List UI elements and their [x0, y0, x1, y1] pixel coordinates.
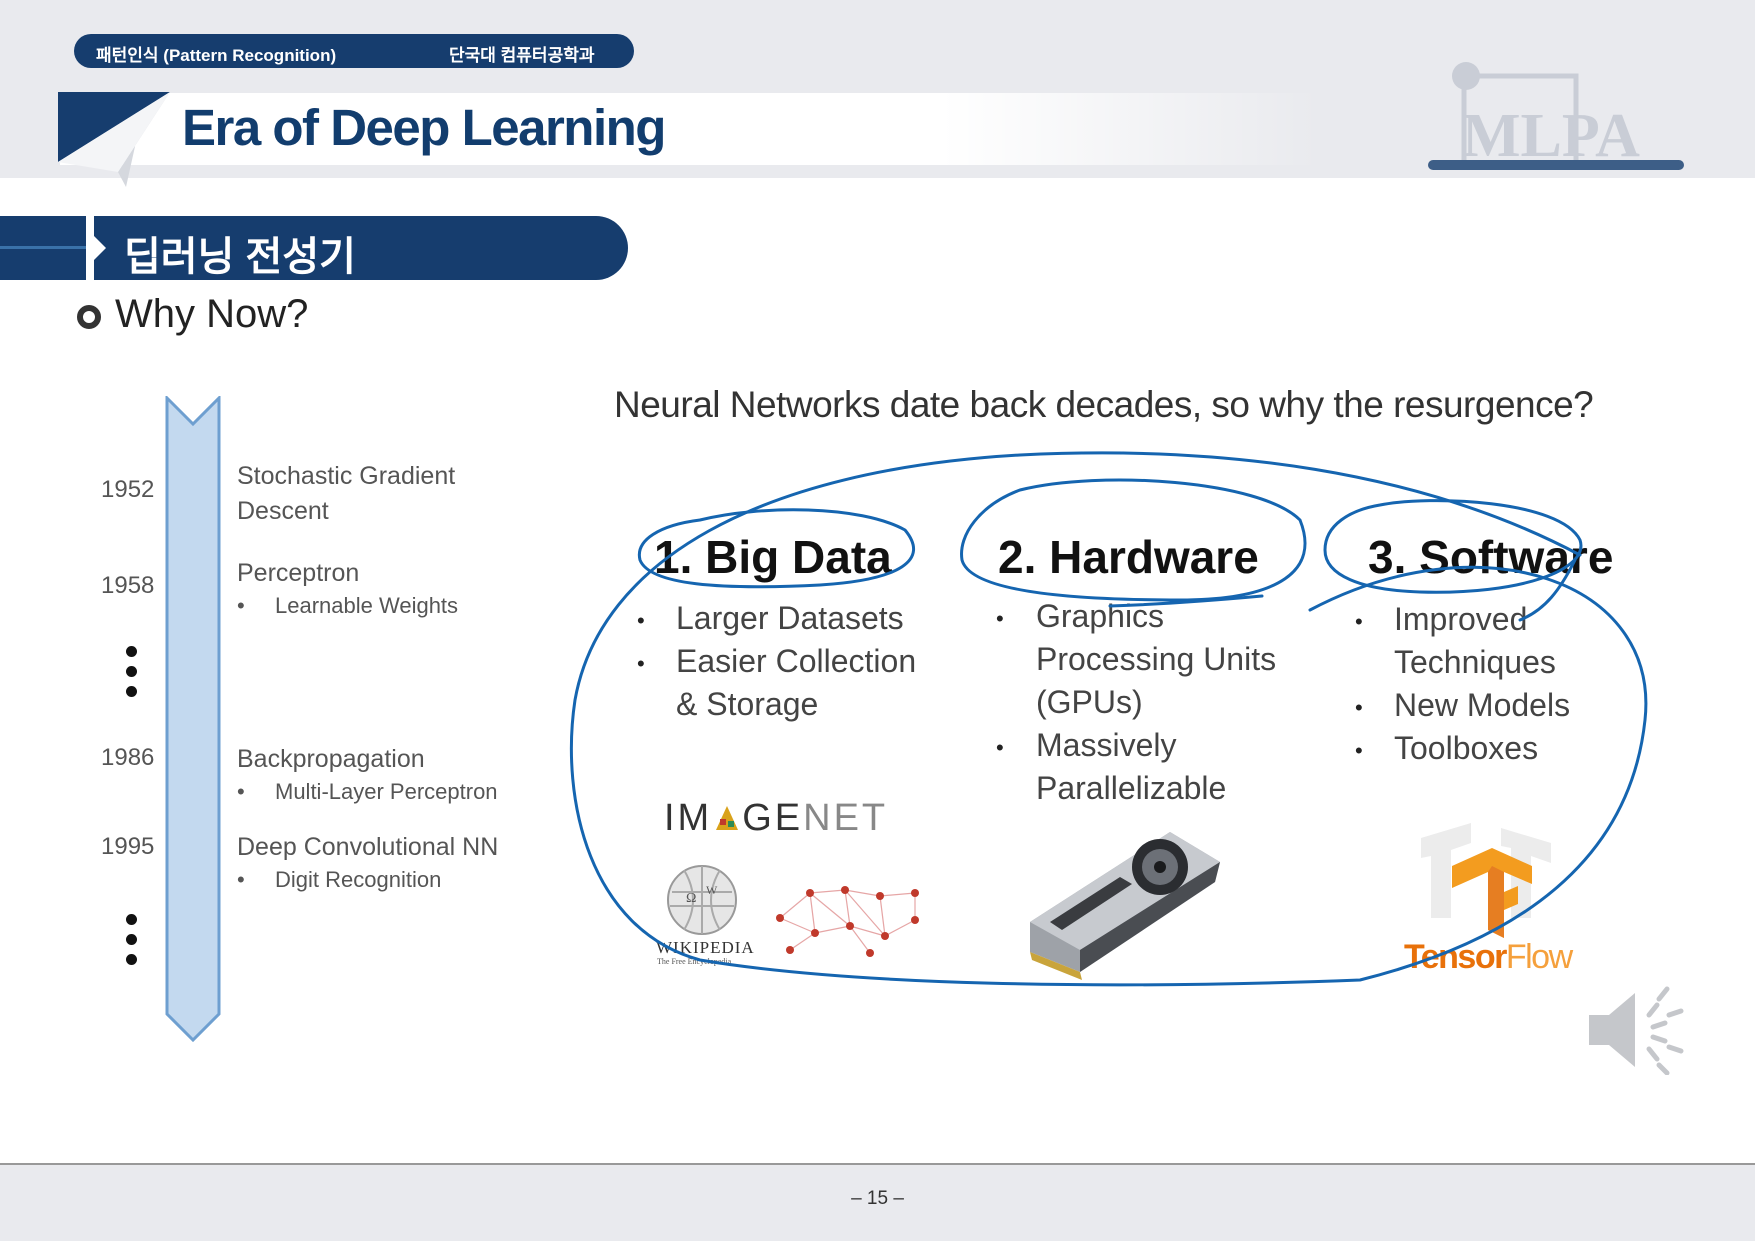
imagenet-text-c: NET	[803, 797, 889, 839]
column-title-hardware: 2. Hardware	[998, 531, 1259, 583]
banner-accent	[0, 216, 86, 280]
bullet-dot: •	[637, 651, 645, 676]
column-item: Larger Datasets	[676, 600, 904, 636]
timeline-sub-text: Learnable Weights	[275, 593, 459, 618]
column-item: New Models	[1394, 687, 1571, 723]
tensorflow-text-a: Tensor	[1404, 938, 1507, 976]
column-item: Techniques	[1394, 644, 1556, 680]
column-item: Parallelizable	[1036, 770, 1227, 806]
timeline-item-title: Backpropagation	[237, 745, 425, 773]
timeline-item-title-cont: Descent	[237, 497, 329, 525]
timeline-sub-item: • Learnable Weights	[237, 593, 459, 618]
slide-title: Era of Deep Learning	[182, 99, 666, 156]
speaker-volume-icon[interactable]	[1585, 985, 1685, 1075]
timeline-year: 1995	[101, 833, 155, 860]
timeline-year: 1958	[101, 572, 155, 599]
social-network-icon	[776, 886, 919, 957]
column-item: Toolboxes	[1394, 730, 1539, 766]
gpu-graphics-card-icon	[1030, 832, 1220, 980]
timeline-sub-text: Digit Recognition	[275, 867, 442, 892]
banner-arrow-icon	[94, 236, 106, 260]
timeline-item: Stochastic Gradient Descent	[237, 459, 455, 529]
timeline-item-title: Stochastic Gradient	[237, 462, 456, 490]
page-curl-icon	[58, 92, 170, 187]
column-item: Easier Collection	[676, 643, 917, 679]
bullet-dot: •	[996, 735, 1004, 760]
wikipedia-wordmark: WIKIPEDIA	[656, 938, 755, 957]
imagenet-text-a: IM	[664, 797, 713, 839]
bullet-dot: •	[637, 608, 645, 633]
timeline-sub-text: Multi-Layer Perceptron	[275, 779, 498, 804]
column-title-software: 3. Software	[1368, 531, 1614, 583]
timeline-sub-item: • Digit Recognition	[237, 867, 442, 892]
timeline-year: 1952	[101, 476, 155, 503]
section-title: 딥러닝 전성기	[124, 235, 356, 279]
imagenet-text-b: GE	[742, 797, 804, 839]
column-item: (GPUs)	[1036, 684, 1143, 720]
timeline-arrow	[165, 396, 221, 1042]
course-pill: 패턴인식 (Pattern Recognition) 단국대 컴퓨터공학과	[74, 34, 634, 68]
tensorflow-wordmark: TensorFlow	[1404, 938, 1573, 977]
bullet-dot: •	[1355, 738, 1363, 763]
column-item: Massively	[1036, 727, 1177, 763]
imagenet-logo: IM GENET	[664, 797, 888, 840]
svg-text:W: W	[706, 883, 718, 897]
page-number: – 15 –	[851, 1188, 904, 1209]
panel-question: Neural Networks date back decades, so wh…	[614, 384, 1594, 425]
logo-bar	[1428, 160, 1684, 170]
column-item: Improved	[1394, 601, 1528, 637]
ellipsis-dots	[126, 646, 138, 706]
imagenet-tree-icon	[716, 806, 739, 830]
timeline-item-title: Deep Convolutional NN	[237, 833, 499, 861]
ellipsis-dots	[126, 914, 138, 974]
circle-bullet-icon	[77, 305, 101, 329]
column-title-big-data: 1. Big Data	[654, 531, 892, 583]
tensorflow-icon	[1452, 848, 1532, 938]
bullet-dot: •	[996, 606, 1004, 631]
column-item: Graphics	[1036, 598, 1165, 634]
department-name: 단국대 컴퓨터공학과	[449, 46, 595, 65]
tensorflow-text-b: Flow	[1505, 938, 1573, 976]
wikipedia-globe-icon: Ω W	[667, 865, 737, 935]
timeline-year: 1986	[101, 744, 155, 771]
bullet-text: Why Now?	[115, 292, 309, 336]
mlpa-logo: MLPA	[1452, 62, 1640, 170]
column-item: Processing Units	[1036, 641, 1277, 677]
timeline-item-title: Perceptron	[237, 559, 360, 587]
course-name: 패턴인식 (Pattern Recognition)	[96, 46, 337, 65]
wikipedia-tagline: The Free Encyclopedia	[657, 957, 732, 966]
svg-text:Ω: Ω	[686, 891, 696, 906]
bullet-dot: •	[1355, 695, 1363, 720]
timeline-sub-item: • Multi-Layer Perceptron	[237, 779, 498, 804]
column-item: & Storage	[676, 686, 819, 722]
bullet-dot: •	[1355, 609, 1363, 634]
